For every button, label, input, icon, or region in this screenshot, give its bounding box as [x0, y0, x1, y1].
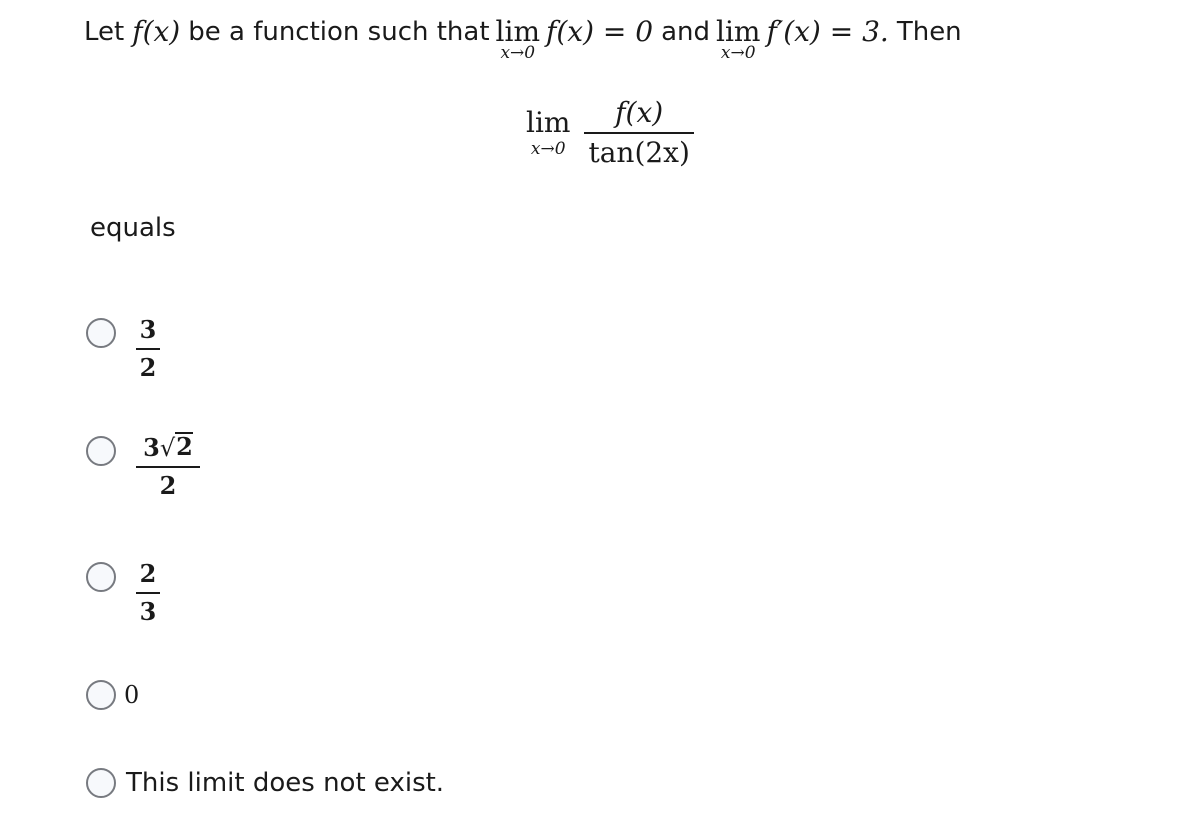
- fraction-denominator: 2: [159, 471, 177, 500]
- fraction-numerator: 3 √ 2: [143, 432, 193, 464]
- option-fraction: 2 3: [136, 558, 160, 628]
- question-and: and: [661, 17, 711, 47]
- fraction-denominator: tan(2x): [588, 136, 690, 169]
- equals-label: equals: [90, 213, 176, 243]
- lim-subscript: x→0: [530, 139, 566, 159]
- question-f-of-x: f(x): [132, 15, 181, 48]
- square-root: √ 2: [160, 432, 193, 464]
- radio-button[interactable]: [86, 680, 116, 710]
- fraction-bar: [136, 466, 200, 468]
- answer-option-5[interactable]: This limit does not exist.: [86, 768, 444, 798]
- question-text: Let f(x) be a function such that lim x→0…: [84, 12, 962, 72]
- fraction-bar: [136, 592, 160, 594]
- question-middle: be a function such that: [188, 17, 490, 47]
- sqrt-coefficient: 3: [143, 433, 160, 462]
- lim-word: lim: [526, 106, 571, 139]
- limit-expression: lim x→0 f(x) tan(2x): [520, 96, 694, 170]
- lim-subscript: x→0: [720, 43, 756, 63]
- fraction-bar: [136, 348, 160, 350]
- fraction-denominator: 2: [139, 353, 157, 382]
- answer-option-2[interactable]: 3 √ 2 2: [86, 432, 200, 502]
- option-fraction: 3 √ 2 2: [136, 432, 200, 502]
- fraction-denominator: 3: [139, 597, 157, 626]
- answer-option-3[interactable]: 2 3: [86, 559, 160, 628]
- fraction-numerator: 2: [139, 559, 157, 588]
- option-fraction: 3 2: [136, 314, 160, 384]
- question-then: Then: [896, 17, 962, 47]
- option-value: 0: [124, 681, 140, 709]
- limit-operator-2: lim x→0: [716, 12, 760, 63]
- option-text: This limit does not exist.: [126, 768, 445, 798]
- limit-fraction: f(x) tan(2x): [584, 96, 694, 170]
- answer-option-1[interactable]: 3 2: [86, 315, 160, 384]
- fraction-numerator: 3: [139, 315, 157, 344]
- limit-operator-display: lim x→0: [526, 106, 571, 160]
- radicand: 2: [175, 432, 193, 461]
- question-intro: Let: [84, 17, 125, 47]
- radio-button[interactable]: [86, 436, 116, 466]
- radio-button[interactable]: [86, 318, 116, 348]
- condition-2: f′(x) = 3.: [766, 15, 889, 48]
- lim-subscript: x→0: [500, 43, 536, 63]
- radio-button[interactable]: [86, 562, 116, 592]
- fraction-numerator: f(x): [615, 96, 664, 129]
- radical-sign-icon: √: [159, 434, 176, 462]
- limit-operator-1: lim x→0: [496, 12, 540, 63]
- fraction-bar: [584, 132, 694, 134]
- answer-option-4[interactable]: 0: [86, 680, 139, 710]
- radio-button[interactable]: [86, 768, 116, 798]
- condition-1: f(x) = 0: [546, 15, 654, 48]
